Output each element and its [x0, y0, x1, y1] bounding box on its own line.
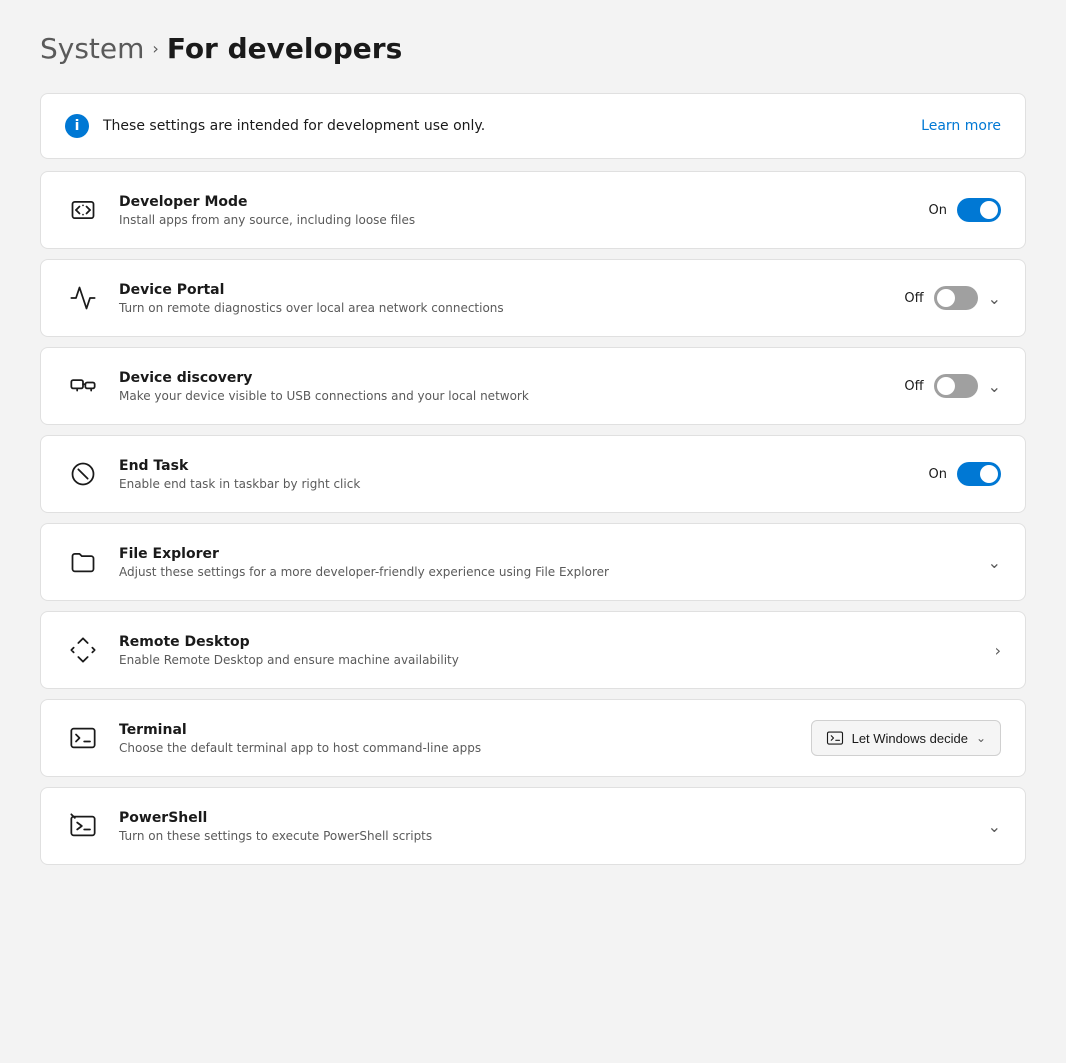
- developer-mode-status: On: [929, 203, 947, 218]
- settings-card-file-explorer[interactable]: File Explorer Adjust these settings for a…: [40, 523, 1026, 601]
- remote-desktop-arrow-icon[interactable]: ›: [995, 641, 1001, 660]
- file-explorer-chevron-icon[interactable]: ⌄: [988, 553, 1001, 572]
- end-task-text-block: End Task Enable end task in taskbar by ri…: [119, 458, 360, 491]
- remote-desktop-icon: [65, 632, 101, 668]
- settings-card-end-task[interactable]: End Task Enable end task in taskbar by ri…: [40, 435, 1026, 513]
- settings-card-left-device-portal: Device Portal Turn on remote diagnostics …: [65, 280, 504, 316]
- end-task-toggle[interactable]: [957, 462, 1001, 486]
- device-discovery-description: Make your device visible to USB connecti…: [119, 389, 529, 403]
- device-portal-icon: [65, 280, 101, 316]
- settings-card-left-device-discovery: Device discovery Make your device visible…: [65, 368, 529, 404]
- device-portal-chevron-icon[interactable]: ⌄: [988, 289, 1001, 308]
- device-discovery-icon: [65, 368, 101, 404]
- powershell-title: PowerShell: [119, 810, 432, 826]
- end-task-icon: [65, 456, 101, 492]
- device-discovery-chevron-icon[interactable]: ⌄: [988, 377, 1001, 396]
- end-task-toggle-thumb: [980, 465, 998, 483]
- powershell-controls: ⌄: [988, 817, 1001, 836]
- device-discovery-toggle[interactable]: [934, 374, 978, 398]
- settings-card-developer-mode[interactable]: Developer Mode Install apps from any sour…: [40, 171, 1026, 249]
- remote-desktop-description: Enable Remote Desktop and ensure machine…: [119, 653, 459, 667]
- device-portal-description: Turn on remote diagnostics over local ar…: [119, 301, 504, 315]
- remote-desktop-text-block: Remote Desktop Enable Remote Desktop and …: [119, 634, 459, 667]
- developer-mode-controls: On: [929, 198, 1001, 222]
- file-explorer-icon: [65, 544, 101, 580]
- settings-card-device-portal[interactable]: Device Portal Turn on remote diagnostics …: [40, 259, 1026, 337]
- settings-card-powershell[interactable]: PowerShell Turn on these settings to exec…: [40, 787, 1026, 865]
- settings-card-device-discovery[interactable]: Device discovery Make your device visible…: [40, 347, 1026, 425]
- breadcrumb: System › For developers: [40, 32, 1026, 65]
- terminal-icon: [65, 720, 101, 756]
- breadcrumb-system-link[interactable]: System: [40, 32, 144, 65]
- settings-card-left-developer-mode: Developer Mode Install apps from any sour…: [65, 192, 415, 228]
- developer-mode-text-block: Developer Mode Install apps from any sour…: [119, 194, 415, 227]
- developer-mode-title: Developer Mode: [119, 194, 415, 210]
- powershell-description: Turn on these settings to execute PowerS…: [119, 829, 432, 843]
- device-discovery-text-block: Device discovery Make your device visible…: [119, 370, 529, 403]
- developer-mode-toggle[interactable]: [957, 198, 1001, 222]
- settings-card-left-remote-desktop: Remote Desktop Enable Remote Desktop and …: [65, 632, 459, 668]
- powershell-icon: [65, 808, 101, 844]
- device-discovery-controls: Off ⌄: [904, 374, 1001, 398]
- device-portal-text-block: Device Portal Turn on remote diagnostics …: [119, 282, 504, 315]
- device-portal-toggle-thumb: [937, 289, 955, 307]
- settings-card-left-file-explorer: File Explorer Adjust these settings for a…: [65, 544, 609, 580]
- learn-more-link[interactable]: Learn more: [921, 118, 1001, 134]
- developer-mode-toggle-thumb: [980, 201, 998, 219]
- device-portal-controls: Off ⌄: [904, 286, 1001, 310]
- settings-card-remote-desktop[interactable]: Remote Desktop Enable Remote Desktop and …: [40, 611, 1026, 689]
- terminal-title: Terminal: [119, 722, 481, 738]
- device-discovery-status: Off: [904, 379, 923, 394]
- info-banner: i These settings are intended for develo…: [40, 93, 1026, 159]
- device-portal-toggle[interactable]: [934, 286, 978, 310]
- terminal-description: Choose the default terminal app to host …: [119, 741, 481, 755]
- terminal-text-block: Terminal Choose the default terminal app …: [119, 722, 481, 755]
- terminal-dropdown-chevron-icon: ⌄: [976, 731, 986, 745]
- settings-card-left-end-task: End Task Enable end task in taskbar by ri…: [65, 456, 360, 492]
- file-explorer-text-block: File Explorer Adjust these settings for a…: [119, 546, 609, 579]
- powershell-chevron-icon[interactable]: ⌄: [988, 817, 1001, 836]
- end-task-status: On: [929, 467, 947, 482]
- device-portal-status: Off: [904, 291, 923, 306]
- settings-card-terminal[interactable]: Terminal Choose the default terminal app …: [40, 699, 1026, 777]
- remote-desktop-title: Remote Desktop: [119, 634, 459, 650]
- file-explorer-description: Adjust these settings for a more develop…: [119, 565, 609, 579]
- info-icon: i: [65, 114, 89, 138]
- info-banner-text: These settings are intended for developm…: [103, 118, 485, 134]
- developer-mode-description: Install apps from any source, including …: [119, 213, 415, 227]
- file-explorer-title: File Explorer: [119, 546, 609, 562]
- device-discovery-toggle-thumb: [937, 377, 955, 395]
- breadcrumb-separator: ›: [152, 39, 158, 58]
- end-task-description: Enable end task in taskbar by right clic…: [119, 477, 360, 491]
- settings-card-left-terminal: Terminal Choose the default terminal app …: [65, 720, 481, 756]
- end-task-title: End Task: [119, 458, 360, 474]
- info-banner-left: i These settings are intended for develo…: [65, 114, 485, 138]
- device-discovery-title: Device discovery: [119, 370, 529, 386]
- developer-mode-icon: [65, 192, 101, 228]
- terminal-dropdown-value: Let Windows decide: [852, 731, 968, 746]
- device-portal-title: Device Portal: [119, 282, 504, 298]
- powershell-text-block: PowerShell Turn on these settings to exec…: [119, 810, 432, 843]
- page-title: For developers: [167, 32, 402, 65]
- terminal-controls: Let Windows decide ⌄: [811, 720, 1001, 756]
- remote-desktop-controls: ›: [995, 641, 1001, 660]
- file-explorer-controls: ⌄: [988, 553, 1001, 572]
- settings-list: Developer Mode Install apps from any sour…: [40, 171, 1026, 865]
- end-task-controls: On: [929, 462, 1001, 486]
- terminal-dropdown-button[interactable]: Let Windows decide ⌄: [811, 720, 1001, 756]
- settings-card-left-powershell: PowerShell Turn on these settings to exec…: [65, 808, 432, 844]
